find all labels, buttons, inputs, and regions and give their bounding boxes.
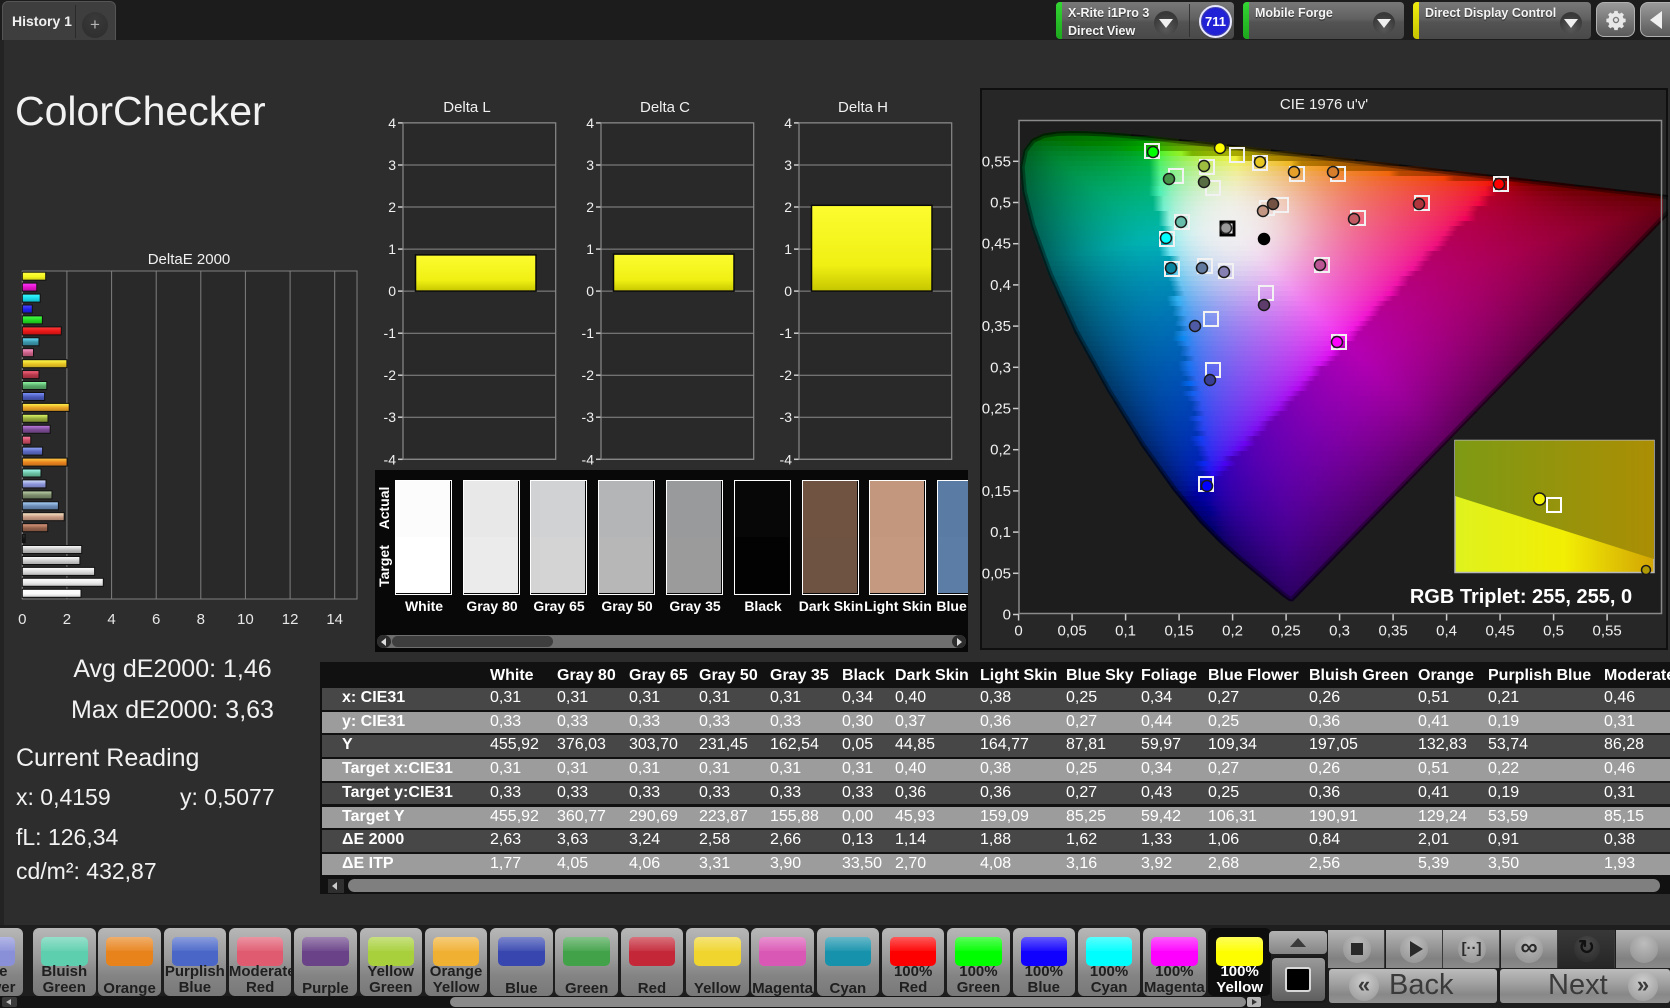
svg-text:0,05: 0,05 (982, 565, 1011, 582)
svg-text:0: 0 (586, 283, 594, 299)
svg-text:4: 4 (784, 115, 792, 131)
svg-text:0,25: 0,25 (982, 401, 1011, 418)
svg-text:RGB Triplet: 255, 255, 0: RGB Triplet: 255, 255, 0 (1410, 586, 1632, 608)
svg-text:-1: -1 (779, 325, 792, 341)
svg-text:-3: -3 (581, 409, 594, 425)
svg-text:Delta L: Delta L (443, 99, 491, 116)
svg-text:3: 3 (586, 157, 594, 173)
svg-text:0: 0 (388, 283, 396, 299)
svg-text:-3: -3 (383, 409, 396, 425)
svg-text:0,5: 0,5 (1543, 623, 1564, 640)
svg-text:12: 12 (282, 611, 299, 628)
svg-text:1: 1 (784, 241, 792, 257)
svg-text:4: 4 (586, 115, 594, 131)
svg-text:10: 10 (237, 611, 254, 628)
svg-text:-2: -2 (383, 367, 396, 383)
svg-text:-1: -1 (581, 325, 594, 341)
svg-text:0: 0 (18, 611, 26, 628)
svg-text:2: 2 (586, 199, 594, 215)
svg-text:0,4: 0,4 (1436, 623, 1457, 640)
svg-text:4: 4 (107, 611, 115, 628)
svg-text:0,55: 0,55 (1592, 623, 1621, 640)
svg-text:2: 2 (63, 611, 71, 628)
svg-text:0: 0 (1003, 607, 1011, 624)
svg-text:-4: -4 (383, 451, 396, 467)
svg-text:4: 4 (388, 115, 396, 131)
svg-text:0,35: 0,35 (1378, 623, 1407, 640)
svg-text:0,15: 0,15 (982, 483, 1011, 500)
svg-text:3: 3 (784, 157, 792, 173)
svg-text:0,55: 0,55 (982, 153, 1011, 170)
svg-text:0,15: 0,15 (1164, 623, 1193, 640)
svg-text:0,3: 0,3 (990, 359, 1011, 376)
svg-text:Delta C: Delta C (640, 99, 690, 116)
svg-text:0,1: 0,1 (1115, 623, 1136, 640)
svg-text:0,1: 0,1 (990, 524, 1011, 541)
svg-text:2: 2 (784, 199, 792, 215)
svg-text:6: 6 (152, 611, 160, 628)
svg-text:0: 0 (784, 283, 792, 299)
svg-text:-1: -1 (383, 325, 396, 341)
svg-text:-2: -2 (581, 367, 594, 383)
svg-text:0,2: 0,2 (1222, 623, 1243, 640)
svg-text:2: 2 (388, 199, 396, 215)
svg-text:1: 1 (586, 241, 594, 257)
svg-text:8: 8 (197, 611, 205, 628)
svg-text:0,3: 0,3 (1329, 623, 1350, 640)
svg-text:0,4: 0,4 (990, 277, 1011, 294)
svg-text:0,45: 0,45 (1485, 623, 1514, 640)
svg-text:-2: -2 (779, 367, 792, 383)
svg-text:Delta H: Delta H (838, 99, 888, 116)
svg-text:0,45: 0,45 (982, 236, 1011, 253)
svg-text:0,25: 0,25 (1271, 623, 1300, 640)
svg-text:0: 0 (1014, 623, 1022, 640)
svg-text:-3: -3 (779, 409, 792, 425)
svg-text:-4: -4 (581, 451, 594, 467)
svg-text:0,35: 0,35 (982, 318, 1011, 335)
svg-text:0,5: 0,5 (990, 195, 1011, 212)
svg-text:0,2: 0,2 (990, 442, 1011, 459)
svg-text:DeltaE 2000: DeltaE 2000 (148, 251, 231, 268)
svg-text:0,05: 0,05 (1057, 623, 1086, 640)
svg-text:CIE 1976 u'v': CIE 1976 u'v' (1280, 96, 1368, 113)
svg-text:14: 14 (326, 611, 343, 628)
svg-text:3: 3 (388, 157, 396, 173)
svg-text:1: 1 (388, 241, 396, 257)
svg-text:-4: -4 (779, 451, 792, 467)
